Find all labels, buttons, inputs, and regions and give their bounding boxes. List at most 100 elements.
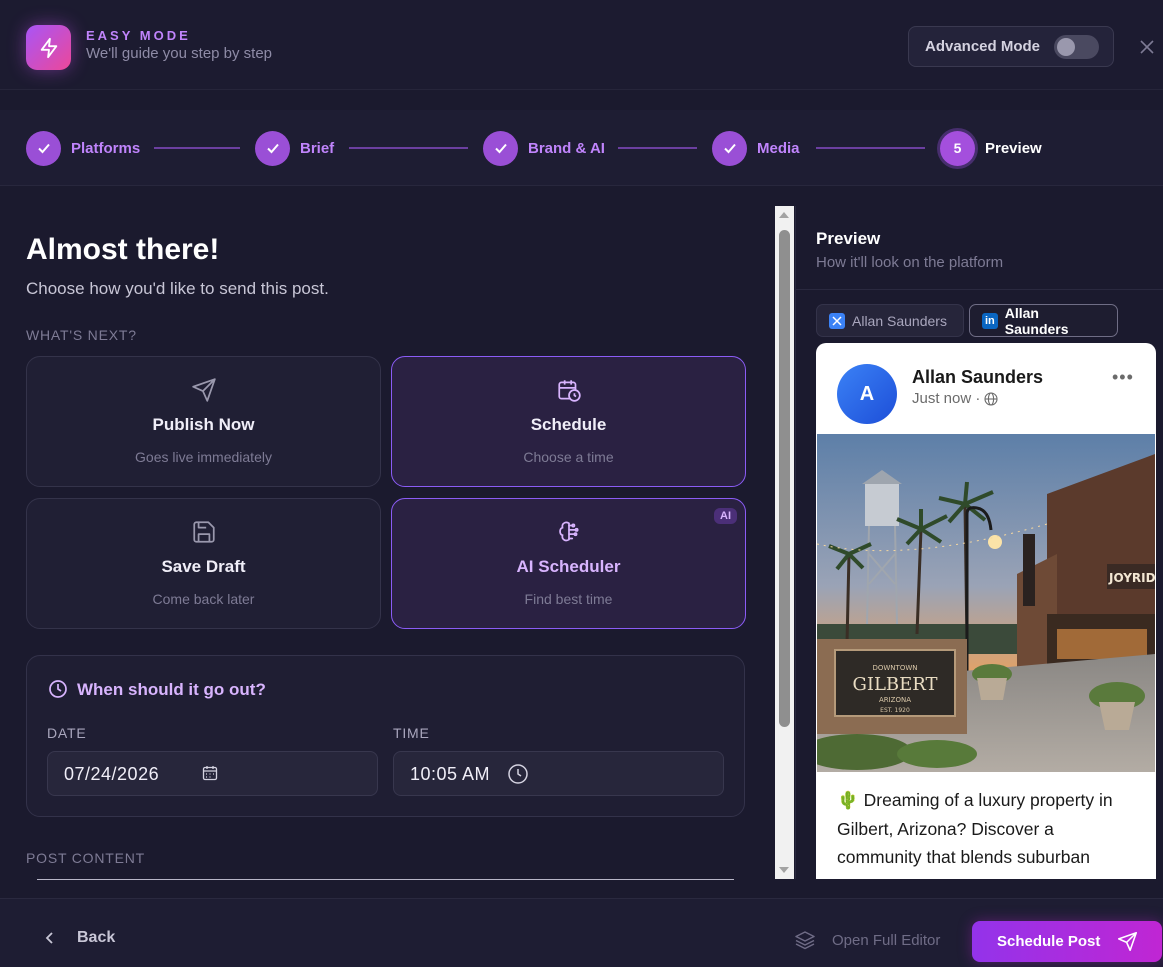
sign-line-2: GILBERT [852,674,937,695]
time-input[interactable]: 10:05 AM [393,751,724,796]
open-editor-label: Open Full Editor [832,931,941,949]
calendar-icon[interactable] [202,765,218,786]
check-icon [712,130,747,166]
back-label: Back [77,929,116,946]
step-media[interactable]: Media [712,130,800,166]
send-icon [1117,931,1138,952]
date-value: 07/24/2026 [64,764,160,784]
step-label: Platforms [71,139,141,157]
preview-panel: Preview How it'll look on the platform A… [795,206,1163,879]
post-author-name: Allan Saunders [912,367,1044,387]
post-content-label: POST CONTENT [26,850,146,866]
whats-next-label: WHAT'S NEXT? [26,327,137,343]
footer: Back Open Full Editor Schedule Post [0,898,1163,967]
avatar: A [837,364,897,424]
post-meta: Just now · [912,390,998,407]
preview-tab-x[interactable]: Allan Saunders [816,304,964,337]
preview-divider [796,289,1163,290]
advanced-mode-label: Advanced Mode [925,38,1041,55]
brand-subtitle: We'll guide you step by step [86,45,273,62]
brain-icon [392,519,745,545]
joy-ride-sign: JOYRIDE [1108,571,1155,585]
advanced-mode-switch[interactable]: Advanced Mode [908,26,1114,67]
step-label: Brief [300,139,335,157]
clock-icon [48,679,68,704]
step-label: Brand & AI [528,139,605,157]
step-preview[interactable]: 5 Preview [940,130,1042,166]
option-title: Save Draft [161,557,246,576]
step-label: Media [757,139,800,157]
toggle-knob [1057,38,1075,56]
linkedin-logo-icon: in [982,312,998,329]
option-schedule[interactable]: Schedule Choose a time [391,356,746,487]
option-title: Schedule [530,415,607,434]
option-ai-scheduler[interactable]: AI AI Scheduler Find best time [391,498,746,629]
option-title: AI Scheduler [516,557,621,576]
back-button[interactable]: Back [45,929,115,947]
option-subtitle: Goes live immediately [135,449,272,465]
preview-subtitle: How it'll look on the platform [816,254,1004,271]
option-publish-now[interactable]: Publish Now Goes live immediately [26,356,381,487]
sign-line-1: DOWNTOWN [872,664,917,672]
time-value: 10:05 AM [410,764,491,784]
option-save-draft[interactable]: Save Draft Come back later [26,498,381,629]
check-icon [255,130,290,166]
post-image: JOYRIDE [817,434,1155,772]
open-full-editor-button[interactable]: Open Full Editor [794,929,940,951]
scroll-down-arrow-icon[interactable] [779,867,789,873]
page-title: Almost there! [26,233,220,266]
check-icon [26,130,61,166]
more-options-icon[interactable]: ••• [1112,367,1134,388]
step-number: 5 [940,130,975,166]
option-subtitle: Come back later [152,591,255,607]
check-icon [483,130,518,166]
option-subtitle: Find best time [524,591,613,607]
date-label: DATE [47,725,87,741]
lightning-logo-icon [26,25,71,70]
save-icon [27,519,380,545]
layers-icon [794,929,816,951]
step-connector [816,147,925,149]
close-icon[interactable] [1137,37,1157,57]
step-connector [349,147,468,149]
page-subtitle: Choose how you'd like to send this post. [26,279,329,298]
date-input[interactable]: 07/24/2026 [47,751,378,796]
tab-label: Allan Saunders [852,312,947,329]
sign-line-3: ARIZONA [879,696,911,704]
option-subtitle: Choose a time [523,449,614,465]
clock-icon[interactable] [507,763,529,790]
tab-label: Allan Saunders [1004,304,1069,337]
linkedin-post-preview: A Allan Saunders Just now · ••• JOYRID D… [816,343,1156,879]
calendar-clock-icon [392,377,745,403]
option-title: Publish Now [152,415,255,434]
schedule-post-label: Schedule Post [997,933,1101,950]
chevron-left-icon [45,931,55,945]
post-text: 🌵 Dreaming of a luxury property in Gilbe… [837,790,1113,867]
scroll-thumb[interactable] [779,230,790,727]
time-label: TIME [393,725,430,741]
brand-title: EASY MODE [86,28,191,43]
step-brand-ai[interactable]: Brand & AI [483,130,605,166]
app-header: EASY MODE We'll guide you step by step A… [0,0,1163,90]
advanced-mode-toggle[interactable] [1054,35,1099,59]
downtown-gilbert-photo: JOYRIDE [817,434,1155,772]
step-brief[interactable]: Brief [255,130,334,166]
step-connector [154,147,240,149]
post-timestamp: Just now · [912,390,981,407]
schedule-time-panel: When should it go out? DATE 07/24/2026 T… [26,655,745,817]
stepper: Platforms Brief Brand & AI Media 5 Previ… [0,110,1163,186]
scrollbar[interactable] [775,206,794,879]
send-icon [27,377,380,403]
preview-title: Preview [816,229,881,248]
when-title: When should it go out? [77,680,266,699]
x-logo-icon [829,312,845,329]
step-platforms[interactable]: Platforms [26,130,140,166]
sign-line-4: EST. 1920 [880,707,910,714]
step-label: Preview [985,139,1042,157]
step-connector [618,147,697,149]
globe-icon [984,391,998,406]
preview-tab-linkedin[interactable]: in Allan Saunders [969,304,1118,337]
post-content-editor-top [37,879,734,880]
schedule-post-button[interactable]: Schedule Post [972,921,1162,962]
scroll-up-arrow-icon[interactable] [779,212,789,218]
